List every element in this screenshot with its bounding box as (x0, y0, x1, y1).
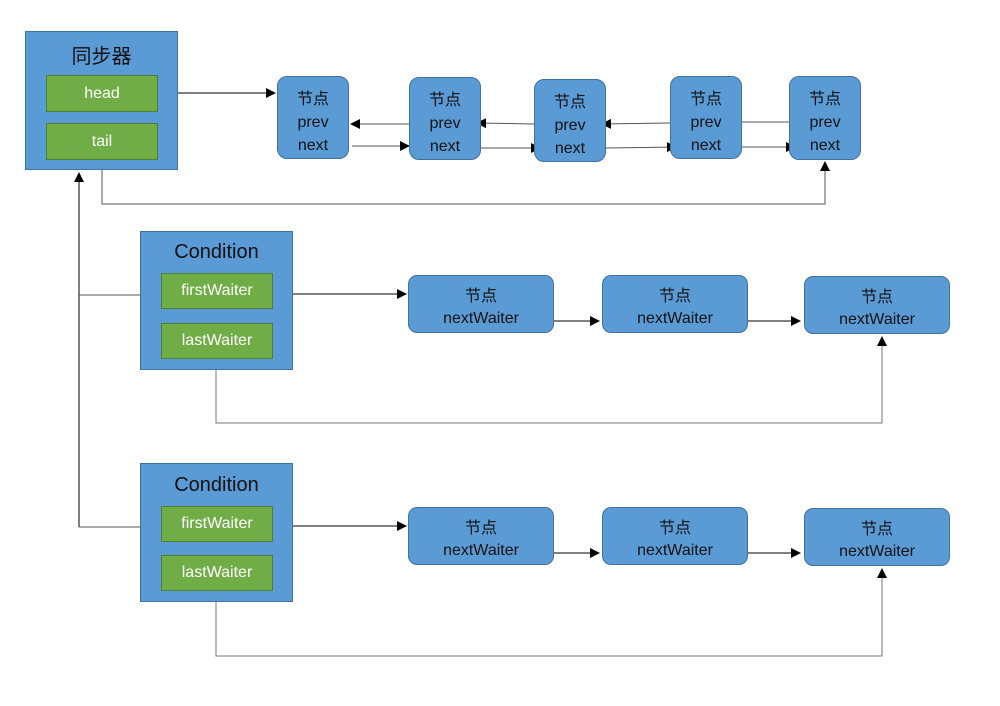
next-arrow-3-4 (605, 142, 677, 153)
node-next-waiter: nextWaiter (637, 542, 713, 559)
waiter-node: 节点 nextWaiter (804, 508, 950, 566)
condition-title: Condition (174, 241, 259, 263)
node-title: 节点 (860, 521, 893, 538)
synchronizer-title: 同步器 (71, 46, 132, 68)
tail-field: tail (46, 123, 158, 160)
sync-node: 节点 prev next (789, 76, 861, 160)
node-title: 节点 (296, 91, 329, 108)
first-waiter-field: firstWaiter (161, 506, 273, 542)
waiter-node: 节点 nextWaiter (804, 276, 950, 334)
node-next-waiter: nextWaiter (443, 542, 519, 559)
head-field: head (46, 75, 158, 112)
prev-arrow-3-2 (476, 118, 535, 129)
condition-box: Condition firstWaiter lastWaiter (140, 463, 293, 602)
sync-node: 节点 prev next (409, 77, 481, 160)
sync-node: 节点 prev next (534, 79, 606, 162)
node-next-waiter: nextWaiter (443, 310, 519, 327)
sync-node: 节点 prev next (277, 76, 349, 159)
node-title: 节点 (808, 91, 841, 108)
synchronizer-box: 同步器 head tail (25, 31, 178, 170)
node-title: 节点 (428, 92, 461, 109)
node-title: 节点 (860, 289, 893, 306)
condition-box: Condition firstWaiter lastWaiter (140, 231, 293, 370)
last-waiter-field: lastWaiter (161, 555, 273, 591)
node-title: 节点 (658, 288, 691, 305)
node-prev: prev (554, 117, 586, 134)
tail-to-last-node-arrow (101, 161, 830, 205)
node-title: 节点 (689, 91, 722, 108)
c1-last-to-node-arrow (215, 336, 887, 424)
node-next: next (429, 138, 461, 155)
node-next-waiter: nextWaiter (839, 543, 915, 560)
condition-title: Condition (174, 474, 259, 496)
node-title: 节点 (658, 520, 691, 537)
node-title: 节点 (464, 288, 497, 305)
node-title: 节点 (553, 94, 586, 111)
node-next-waiter: nextWaiter (839, 311, 915, 328)
last-waiter-field: lastWaiter (161, 323, 273, 359)
node-next: next (809, 137, 841, 154)
node-next-waiter: nextWaiter (637, 310, 713, 327)
node-next: next (297, 137, 329, 154)
aqs-condition-diagram: 同步器 head tail 节点 prev next 节点 prev next … (0, 0, 1000, 706)
node-prev: prev (809, 114, 841, 131)
node-prev: prev (429, 115, 461, 132)
prev-arrow-4-3 (601, 118, 671, 129)
waiter-node: 节点 nextWaiter (602, 275, 748, 333)
node-next: next (690, 137, 722, 154)
waiter-node: 节点 nextWaiter (408, 507, 554, 565)
sync-node: 节点 prev next (670, 76, 742, 159)
node-title: 节点 (464, 520, 497, 537)
c2-last-to-node-arrow (215, 568, 887, 657)
first-waiter-field: firstWaiter (161, 273, 273, 309)
waiter-node: 节点 nextWaiter (408, 275, 554, 333)
waiter-node: 节点 nextWaiter (602, 507, 748, 565)
node-prev: prev (690, 114, 722, 131)
node-next: next (554, 140, 586, 157)
node-prev: prev (297, 114, 329, 131)
